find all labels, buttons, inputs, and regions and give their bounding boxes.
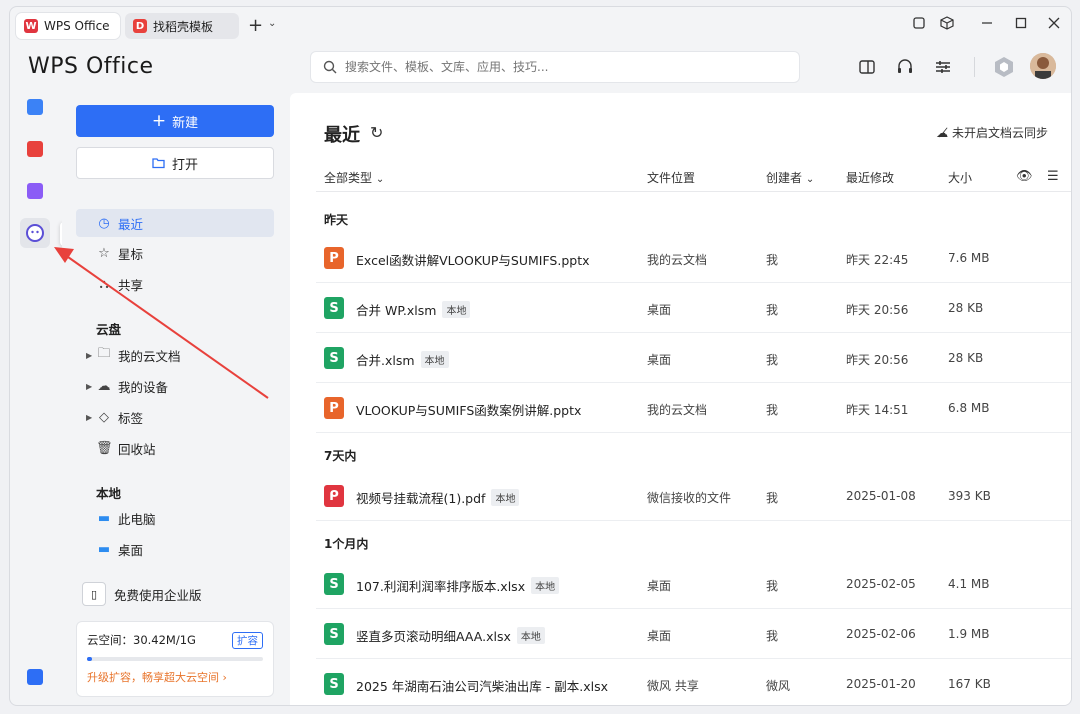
- app-window: W WPS Office D 找稻壳模板 + ⌄ WPS Office 灵犀: [9, 6, 1072, 706]
- annotation-arrow: [54, 247, 269, 399]
